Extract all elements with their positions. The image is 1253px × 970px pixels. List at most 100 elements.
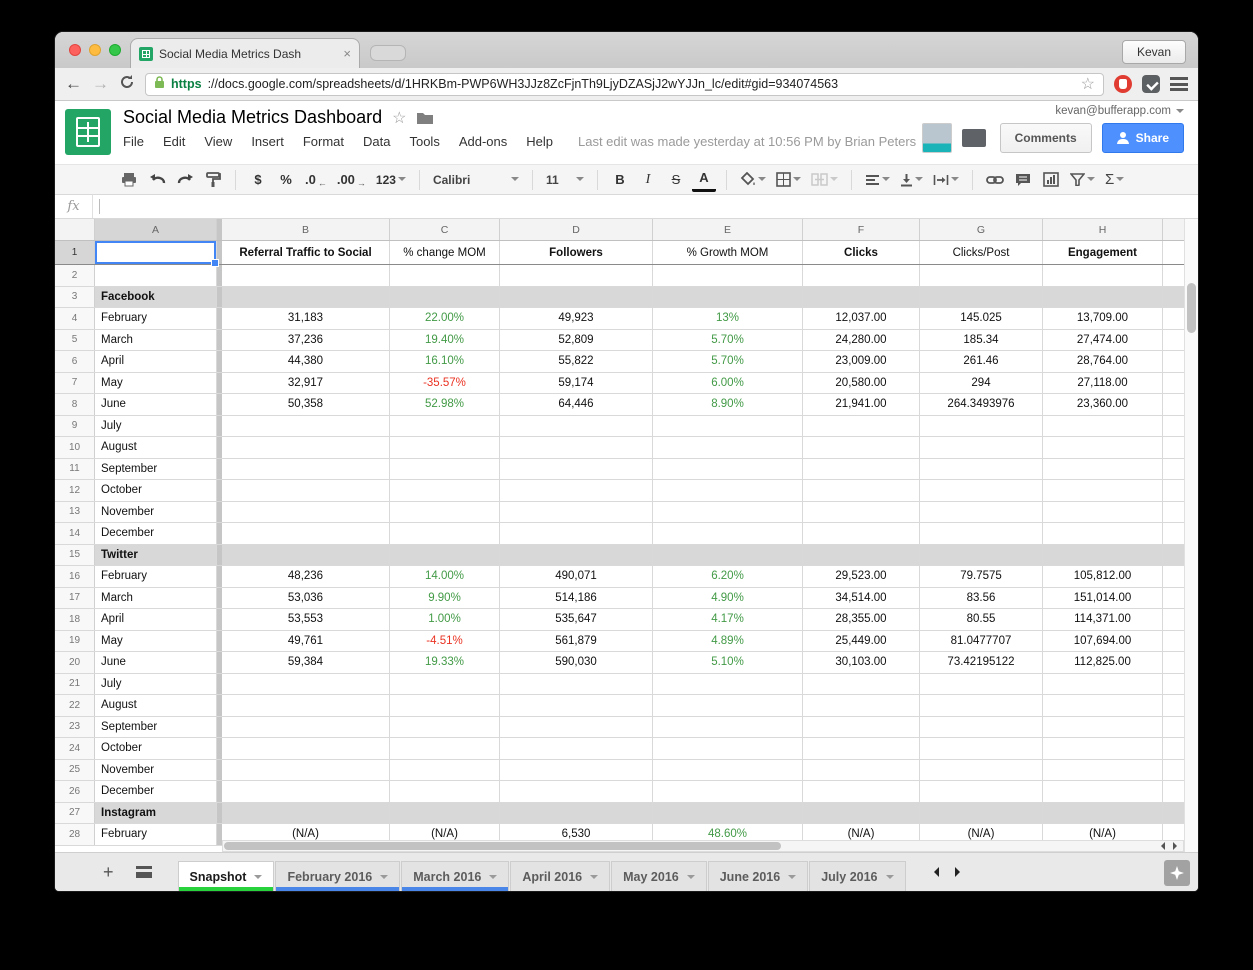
add-sheet-button[interactable]: + <box>103 862 114 883</box>
bold-button[interactable]: B <box>608 168 632 192</box>
cell-C24[interactable] <box>390 738 500 759</box>
row-header-25[interactable]: 25 <box>55 759 95 780</box>
row-header-23[interactable]: 23 <box>55 716 95 737</box>
cell-C16[interactable]: 14.00% <box>390 566 500 587</box>
adblock-extension-icon[interactable] <box>1114 75 1132 93</box>
cell-A26[interactable]: December <box>95 781 217 802</box>
menu-tools[interactable]: Tools <box>409 134 439 149</box>
comments-button[interactable]: Comments <box>999 123 1092 153</box>
cell-G16[interactable]: 79.7575 <box>920 566 1043 587</box>
cell-B23[interactable] <box>222 716 390 737</box>
cell-B15[interactable] <box>222 544 390 565</box>
cell-C9[interactable] <box>390 415 500 436</box>
minimize-window-button[interactable] <box>89 44 101 56</box>
explore-button[interactable] <box>1164 860 1190 886</box>
cell-D11[interactable] <box>500 458 653 479</box>
cell-F6[interactable]: 23,009.00 <box>803 351 920 372</box>
row-header-12[interactable]: 12 <box>55 480 95 501</box>
cell-A17[interactable]: March <box>95 587 217 608</box>
cell-C22[interactable] <box>390 695 500 716</box>
prev-sheets-icon[interactable] <box>929 867 939 877</box>
cell-B16[interactable]: 48,236 <box>222 566 390 587</box>
cell-A25[interactable]: November <box>95 759 217 780</box>
cell-D19[interactable]: 561,879 <box>500 630 653 651</box>
cell-F10[interactable] <box>803 437 920 458</box>
cell-D9[interactable] <box>500 415 653 436</box>
cell-H6[interactable]: 28,764.00 <box>1043 351 1163 372</box>
cell-G15[interactable] <box>920 544 1043 565</box>
cell-F1[interactable]: Clicks <box>803 241 920 264</box>
chat-bubble-icon[interactable] <box>961 129 986 147</box>
avatar[interactable] <box>921 123 952 153</box>
cell-H9[interactable] <box>1043 415 1163 436</box>
cell-C7[interactable]: -35.57% <box>390 372 500 393</box>
row-header-27[interactable]: 27 <box>55 802 95 823</box>
cell-H4[interactable]: 13,709.00 <box>1043 308 1163 329</box>
italic-button[interactable]: I <box>636 168 660 192</box>
cell-D20[interactable]: 590,030 <box>500 652 653 673</box>
sheet-tab-menu-icon[interactable] <box>254 874 263 883</box>
row-header-14[interactable]: 14 <box>55 523 95 544</box>
row-header-26[interactable]: 26 <box>55 781 95 802</box>
row-header-18[interactable]: 18 <box>55 609 95 630</box>
close-window-button[interactable] <box>69 44 81 56</box>
cell-C10[interactable] <box>390 437 500 458</box>
cell-E15[interactable] <box>653 544 803 565</box>
browser-menu-icon[interactable] <box>1170 77 1188 91</box>
cell-D15[interactable] <box>500 544 653 565</box>
cell-F4[interactable]: 12,037.00 <box>803 308 920 329</box>
all-sheets-menu-icon[interactable] <box>135 866 152 878</box>
menu-file[interactable]: File <box>123 134 144 149</box>
cell-D22[interactable] <box>500 695 653 716</box>
cell-B17[interactable]: 53,036 <box>222 587 390 608</box>
cell-C14[interactable] <box>390 523 500 544</box>
cell-H11[interactable] <box>1043 458 1163 479</box>
row-header-1[interactable]: 1 <box>55 241 95 264</box>
cell-G14[interactable] <box>920 523 1043 544</box>
sheet-tab-june-2016[interactable]: June 2016 <box>707 861 809 891</box>
cell-C2[interactable] <box>390 265 500 286</box>
pocket-extension-icon[interactable] <box>1142 75 1160 93</box>
cell-C3[interactable] <box>390 286 500 307</box>
menu-insert[interactable]: Insert <box>251 134 284 149</box>
cell-F16[interactable]: 29,523.00 <box>803 566 920 587</box>
cell-D26[interactable] <box>500 781 653 802</box>
cell-F23[interactable] <box>803 716 920 737</box>
cell-D2[interactable] <box>500 265 653 286</box>
cell-C6[interactable]: 16.10% <box>390 351 500 372</box>
increase-decimal-button[interactable]: .00 → <box>334 168 369 192</box>
cell-F13[interactable] <box>803 501 920 522</box>
horizontal-scrollbar-thumb[interactable] <box>224 842 781 850</box>
cell-A10[interactable]: August <box>95 437 217 458</box>
cell-A22[interactable]: August <box>95 695 217 716</box>
document-title[interactable]: Social Media Metrics Dashboard <box>123 107 382 128</box>
cell-G11[interactable] <box>920 458 1043 479</box>
row-header-21[interactable]: 21 <box>55 673 95 694</box>
cell-H5[interactable]: 27,474.00 <box>1043 329 1163 350</box>
cell-A6[interactable]: April <box>95 351 217 372</box>
cell-A24[interactable]: October <box>95 738 217 759</box>
sheet-tab-menu-icon[interactable] <box>788 874 797 883</box>
cell-E1[interactable]: % Growth MOM <box>653 241 803 264</box>
scroll-left-icon[interactable] <box>1157 842 1165 850</box>
cell-H26[interactable] <box>1043 781 1163 802</box>
bookmark-star-icon[interactable]: ☆ <box>1081 74 1095 94</box>
cell-B2[interactable] <box>222 265 390 286</box>
row-header-4[interactable]: 4 <box>55 308 95 329</box>
cell-B13[interactable] <box>222 501 390 522</box>
cell-G23[interactable] <box>920 716 1043 737</box>
row-header-24[interactable]: 24 <box>55 738 95 759</box>
cell-A13[interactable]: November <box>95 501 217 522</box>
cell-G8[interactable]: 264.3493976 <box>920 394 1043 415</box>
cell-A8[interactable]: June <box>95 394 217 415</box>
cell-H19[interactable]: 107,694.00 <box>1043 630 1163 651</box>
cell-A5[interactable]: March <box>95 329 217 350</box>
row-header-3[interactable]: 3 <box>55 286 95 307</box>
cell-E2[interactable] <box>653 265 803 286</box>
cell-D6[interactable]: 55,822 <box>500 351 653 372</box>
cell-G2[interactable] <box>920 265 1043 286</box>
cell-H12[interactable] <box>1043 480 1163 501</box>
sheet-tab-menu-icon[interactable] <box>686 874 695 883</box>
cell-A21[interactable]: July <box>95 673 217 694</box>
filter-button[interactable] <box>1067 168 1098 192</box>
